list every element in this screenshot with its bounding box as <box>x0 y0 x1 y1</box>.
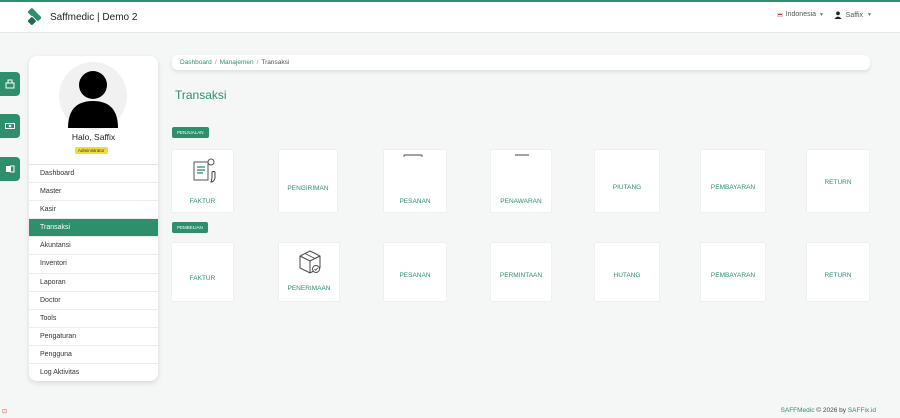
side-tab-cashier[interactable] <box>0 72 20 96</box>
tile-sales-faktur[interactable]: FAKTUR <box>171 149 234 213</box>
tile-sales-pembayaran[interactable]: PEMBAYARAN <box>700 149 766 213</box>
package-icon <box>299 250 321 274</box>
book-icon <box>6 165 15 173</box>
footer-brand: SAFFMedic <box>780 407 815 414</box>
role-badge: Administrator <box>75 147 108 154</box>
footer-text: © 2026 by <box>814 407 848 414</box>
brand[interactable]: Saffmedic | Demo 2 <box>26 8 137 26</box>
sidebar-item-akuntansi[interactable]: Akuntansi <box>29 237 158 256</box>
sidebar-item-inventori[interactable]: Inventori <box>29 255 158 274</box>
tile-purchase-penerimaan[interactable]: PENERIMAAN <box>278 242 340 302</box>
tile-sales-return[interactable]: RETURN <box>806 149 870 213</box>
sidebar-item-master[interactable]: Master <box>29 183 158 202</box>
language-label: Indonesia <box>785 11 817 18</box>
breadcrumb-separator: / <box>214 59 217 66</box>
side-tab-money[interactable] <box>0 114 20 138</box>
corner-marker-icon: ⊡ <box>2 409 8 415</box>
breadcrumb: Dashboard / Manajemen / Transaksi <box>172 55 870 70</box>
top-bar: Saffmedic | Demo 2 Indonesia ▼ Saffix ▼ <box>0 0 900 33</box>
sidebar-card: Halo, Saffix Administrator Dashboard Mas… <box>29 56 158 381</box>
tile-label: PEMBAYARAN <box>710 184 756 191</box>
sidebar-item-doctor[interactable]: Doctor <box>29 292 158 310</box>
user-menu[interactable]: Saffix ▼ <box>834 11 872 19</box>
tile-label: PENERIMAAN <box>287 285 331 292</box>
sidebar-item-transaksi[interactable]: Transaksi <box>29 219 158 238</box>
tile-label: PERMINTAAN <box>499 272 543 279</box>
tile-label: RETURN <box>824 272 852 279</box>
user-avatar-icon <box>68 71 118 128</box>
sidebar-item-log-aktivitas[interactable]: Log Aktivitas <box>29 364 158 381</box>
tile-label: FAKTUR <box>189 275 216 282</box>
tile-label: PESANAN <box>399 272 431 279</box>
user-icon <box>834 11 842 19</box>
tile-purchase-hutang[interactable]: HUTANG <box>594 242 660 302</box>
tile-purchase-faktur[interactable]: FAKTUR <box>171 242 234 302</box>
avatar <box>59 62 127 130</box>
section-badge-penjualan: PENJUALAN <box>172 127 209 138</box>
app-title: Saffmedic | Demo 2 <box>50 11 138 23</box>
language-selector[interactable]: Indonesia ▼ <box>776 11 824 18</box>
tile-label: PENAWARAN <box>500 198 542 205</box>
sidebar-item-laporan[interactable]: Laporan <box>29 274 158 292</box>
chevron-down-icon: ▼ <box>867 12 872 18</box>
sidebar-item-pengguna[interactable]: Pengguna <box>29 346 158 365</box>
tile-sales-pesanan[interactable]: PESANAN <box>383 149 447 213</box>
footer: SAFFMedic © 2026 by SAFFix.id <box>781 407 876 414</box>
invoice-icon <box>193 158 216 183</box>
page-title: Transaksi <box>175 88 227 102</box>
sidebar-item-dashboard[interactable]: Dashboard <box>29 165 158 184</box>
section-badge-pembelian: PEMBELIAN <box>172 222 208 233</box>
tile-label: PIUTANG <box>612 184 642 191</box>
username-label: Saffix <box>845 11 864 19</box>
top-accent-line <box>0 0 900 2</box>
tile-sales-piutang[interactable]: PIUTANG <box>594 149 660 213</box>
tile-label: RETURN <box>824 179 852 186</box>
tile-label: HUTANG <box>613 272 641 279</box>
sidebar-menu: Dashboard Master Kasir Transaksi Akuntan… <box>29 164 158 381</box>
sidebar-item-kasir[interactable]: Kasir <box>29 201 158 220</box>
tile-purchase-pesanan[interactable]: PESANAN <box>383 242 447 302</box>
tile-label: PEMBAYARAN <box>710 272 756 279</box>
tile-purchase-pembayaran[interactable]: PEMBAYARAN <box>700 242 766 302</box>
breadcrumb-dashboard[interactable]: Dashboard <box>180 59 212 66</box>
order-icon <box>403 154 423 157</box>
tile-purchase-permintaan[interactable]: PERMINTAAN <box>490 242 552 302</box>
chevron-down-icon: ▼ <box>819 11 824 18</box>
tile-sales-penawaran[interactable]: PENAWARAN <box>490 149 552 213</box>
offer-icon <box>515 154 529 156</box>
footer-link[interactable]: SAFFix.id <box>848 407 876 414</box>
saffmedic-logo-icon <box>27 8 42 25</box>
flag-icon <box>776 12 783 17</box>
tile-purchase-return[interactable]: RETURN <box>806 242 870 302</box>
sidebar-item-pengaturan[interactable]: Pengaturan <box>29 328 158 346</box>
cash-register-icon <box>5 79 15 89</box>
money-icon <box>5 123 15 129</box>
breadcrumb-manajemen[interactable]: Manajemen <box>220 59 254 66</box>
side-tab-book[interactable] <box>0 157 20 181</box>
sidebar-item-tools[interactable]: Tools <box>29 310 158 328</box>
tile-label: PENGIRIMAN <box>287 185 329 192</box>
tile-label: FAKTUR <box>189 198 216 205</box>
tile-sales-pengiriman[interactable]: PENGIRIMAN <box>278 149 338 213</box>
greeting: Halo, Saffix <box>71 132 116 142</box>
breadcrumb-current: Transaksi <box>261 59 290 66</box>
tile-label: PESANAN <box>399 198 431 205</box>
